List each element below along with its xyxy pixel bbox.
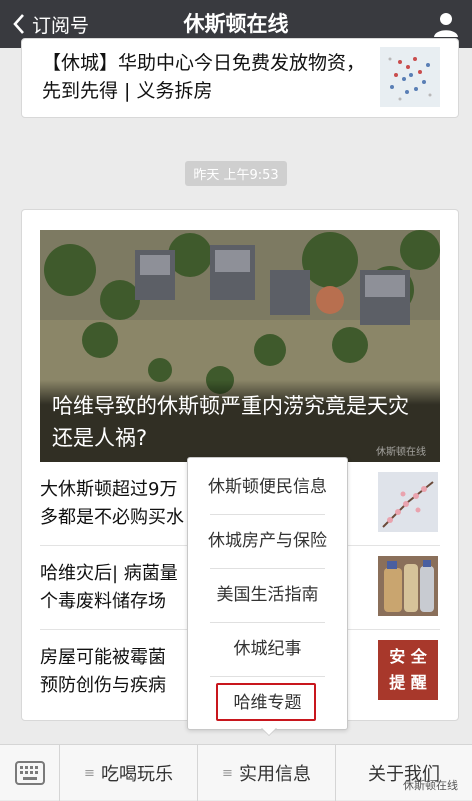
keyboard-icon <box>15 761 45 785</box>
map-thumbnail <box>380 47 440 107</box>
watermark: 休斯顿在线 <box>403 779 458 792</box>
profile-icon[interactable] <box>432 10 460 38</box>
menu-item[interactable]: 美国生活指南 <box>188 568 347 622</box>
back-label: 订阅号 <box>32 14 90 37</box>
bottom-menu-item[interactable]: 关于我们 休斯顿在线 <box>336 745 472 801</box>
menu-item[interactable]: 休斯顿便民信息 <box>188 460 347 514</box>
bottom-menu-item-active[interactable]: ≡ 实用信息 <box>198 745 336 801</box>
timestamp-label: 昨天 上午9:53 <box>185 161 287 186</box>
hero-watermark: 休斯顿在线 <box>376 447 426 458</box>
blossom-thumbnail <box>378 472 438 532</box>
bottom-menu-bar: ≡ 吃喝玩乐 ≡ 实用信息 关于我们 休斯顿在线 <box>0 744 472 801</box>
menu-item[interactable]: 休城纪事 <box>188 622 347 676</box>
hero-article[interactable]: 哈维导致的休斯顿严重内涝究竟是天灾还是人祸? 休斯顿在线 <box>40 230 440 462</box>
back-arrow-icon <box>13 14 24 34</box>
article-title-top: 【休城】华助中心今日免费发放物资，先到先得 | 义务拆房 <box>42 52 366 102</box>
menu-item[interactable]: 休城房产与保险 <box>188 514 347 568</box>
safety-reminder-thumbnail: 安 全 提 醒 <box>378 640 438 700</box>
hero-caption: 哈维导致的休斯顿严重内涝究竟是天灾还是人祸? <box>52 394 409 450</box>
menu-lines-icon: ≡ <box>84 765 95 781</box>
timestamp: 昨天 上午9:53 <box>0 161 472 186</box>
bottom-menu-item[interactable]: ≡ 吃喝玩乐 <box>60 745 198 801</box>
article-card-top[interactable]: 【休城】华助中心今日免费发放物资，先到先得 | 义务拆房 <box>21 38 459 118</box>
popup-pointer-fill <box>262 728 276 735</box>
keyboard-toggle-button[interactable] <box>0 745 60 801</box>
menu-lines-icon: ≡ <box>222 765 233 781</box>
highlight-box <box>216 683 316 721</box>
submenu-popup: 休斯顿便民信息 休城房产与保险 美国生活指南 休城纪事 哈维专题 <box>187 457 348 730</box>
water-bottles-thumbnail <box>378 556 438 616</box>
